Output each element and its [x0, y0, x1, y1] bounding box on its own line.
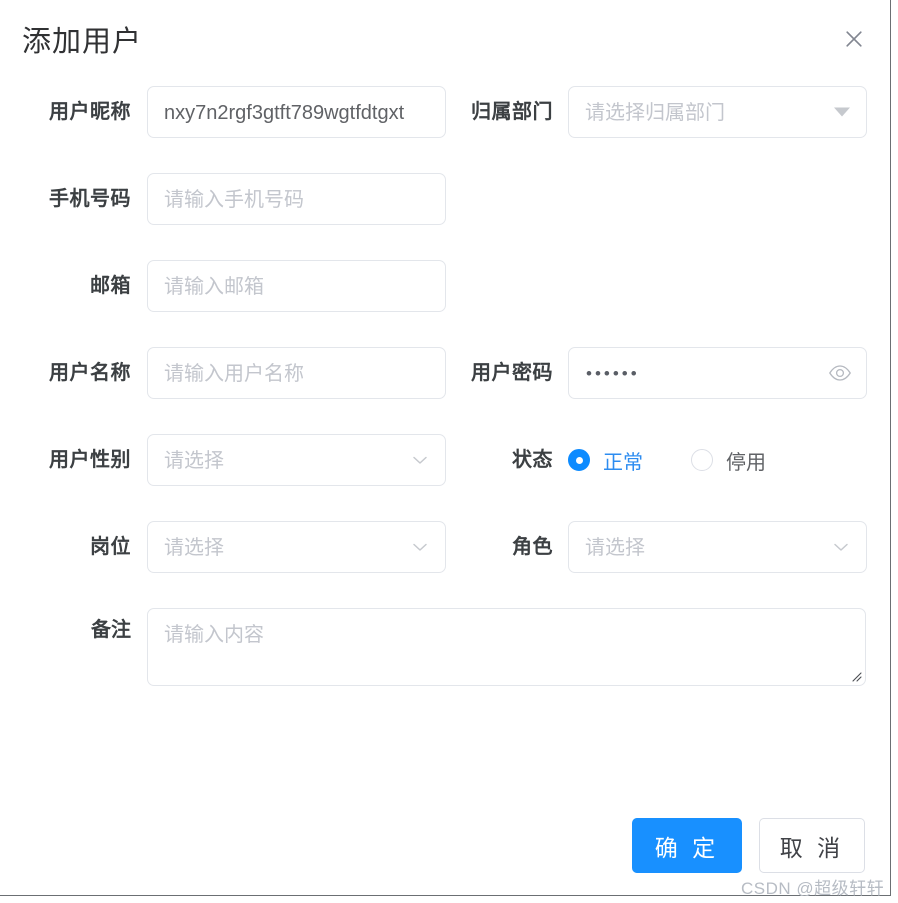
form-row-post-role: 岗位 请选择 角色 请选择: [0, 521, 891, 608]
nickname-input[interactable]: nxy7n2rgf3gtft789wgtfdtgxt: [147, 86, 446, 138]
field-label-gender: 用户性别: [49, 449, 131, 471]
password-input-value: ••••••: [586, 364, 640, 383]
field-username: 用户名称 请输入用户名称: [0, 347, 450, 399]
field-nickname: 用户昵称 nxy7n2rgf3gtft789wgtfdtgxt: [0, 86, 450, 138]
department-select[interactable]: 请选择归属部门: [568, 86, 867, 138]
field-label-nickname: 用户昵称: [49, 101, 131, 123]
screen: 添加用户 用户昵称 nxy7n2rgf3gtft789wgtfdtgxt 归属部…: [0, 0, 898, 903]
role-select[interactable]: 请选择: [568, 521, 867, 573]
form-row-username-password: 用户名称 请输入用户名称 用户密码 ••••••: [0, 347, 891, 434]
field-label-role: 角色: [512, 536, 553, 558]
email-input-placeholder: 请输入邮箱: [164, 276, 264, 298]
field-status: 状态 正常 停用: [450, 434, 891, 486]
post-select-placeholder: 请选择: [164, 537, 224, 559]
caret-down-icon: [834, 107, 850, 117]
form-row-remark: 备注 请输入内容: [0, 608, 891, 723]
field-password: 用户密码 ••••••: [450, 347, 891, 399]
password-input[interactable]: ••••••: [568, 347, 867, 399]
field-label-post: 岗位: [90, 536, 131, 558]
field-label-email: 邮箱: [90, 275, 131, 297]
form-row-phone: 手机号码 请输入手机号码: [0, 173, 891, 260]
remark-textarea-placeholder: 请输入内容: [164, 624, 264, 646]
field-label-status: 状态: [512, 449, 553, 471]
field-department: 归属部门 请选择归属部门: [450, 86, 891, 138]
field-label-department: 归属部门: [471, 101, 553, 123]
remark-textarea[interactable]: 请输入内容: [147, 608, 866, 686]
phone-input[interactable]: 请输入手机号码: [147, 173, 446, 225]
post-select[interactable]: 请选择: [147, 521, 446, 573]
add-user-form: 用户昵称 nxy7n2rgf3gtft789wgtfdtgxt 归属部门 请选择…: [0, 86, 891, 723]
radio-unselected-icon: [691, 449, 713, 471]
form-row-email: 邮箱 请输入邮箱: [0, 260, 891, 347]
username-input-placeholder: 请输入用户名称: [164, 363, 304, 385]
eye-icon[interactable]: [828, 361, 852, 385]
status-radio-disabled-label: 停用: [726, 451, 766, 474]
nickname-input-value: nxy7n2rgf3gtft789wgtfdtgxt: [164, 102, 405, 124]
field-label-phone: 手机号码: [49, 188, 131, 210]
status-radio-group: 正常 停用: [568, 434, 814, 486]
field-label-password: 用户密码: [471, 362, 553, 384]
field-phone: 手机号码 请输入手机号码: [0, 173, 450, 225]
status-radio-disabled[interactable]: 停用: [691, 446, 766, 475]
gender-select-placeholder: 请选择: [164, 450, 224, 472]
radio-selected-icon: [568, 449, 590, 471]
resize-handle-icon[interactable]: [848, 668, 862, 682]
phone-input-placeholder: 请输入手机号码: [164, 189, 304, 211]
chevron-down-icon: [409, 536, 431, 558]
form-row-nickname-department: 用户昵称 nxy7n2rgf3gtft789wgtfdtgxt 归属部门 请选择…: [0, 86, 891, 173]
status-radio-normal-label: 正常: [603, 451, 643, 474]
chevron-down-icon: [830, 536, 852, 558]
confirm-button[interactable]: 确 定: [632, 818, 742, 873]
status-radio-normal[interactable]: 正常: [568, 446, 643, 475]
gender-select[interactable]: 请选择: [147, 434, 446, 486]
field-role: 角色 请选择: [450, 521, 891, 573]
chevron-down-icon: [409, 449, 431, 471]
field-gender: 用户性别 请选择: [0, 434, 450, 486]
add-user-dialog: 添加用户 用户昵称 nxy7n2rgf3gtft789wgtfdtgxt 归属部…: [0, 0, 891, 898]
page-title: 添加用户: [22, 26, 143, 58]
username-input[interactable]: 请输入用户名称: [147, 347, 446, 399]
form-row-gender-status: 用户性别 请选择 状态 正常 停用: [0, 434, 891, 521]
dialog-header: 添加用户: [0, 0, 891, 86]
page-background-bottom: [0, 896, 898, 903]
field-label-remark: 备注: [91, 619, 131, 641]
field-label-username: 用户名称: [49, 362, 131, 384]
email-input[interactable]: 请输入邮箱: [147, 260, 446, 312]
field-post: 岗位 请选择: [0, 521, 450, 573]
department-select-placeholder: 请选择归属部门: [585, 102, 725, 124]
field-email: 邮箱 请输入邮箱: [0, 260, 450, 312]
close-icon[interactable]: [838, 23, 870, 55]
cancel-button[interactable]: 取 消: [759, 818, 865, 873]
page-background-right: [891, 0, 898, 903]
role-select-placeholder: 请选择: [585, 537, 645, 559]
